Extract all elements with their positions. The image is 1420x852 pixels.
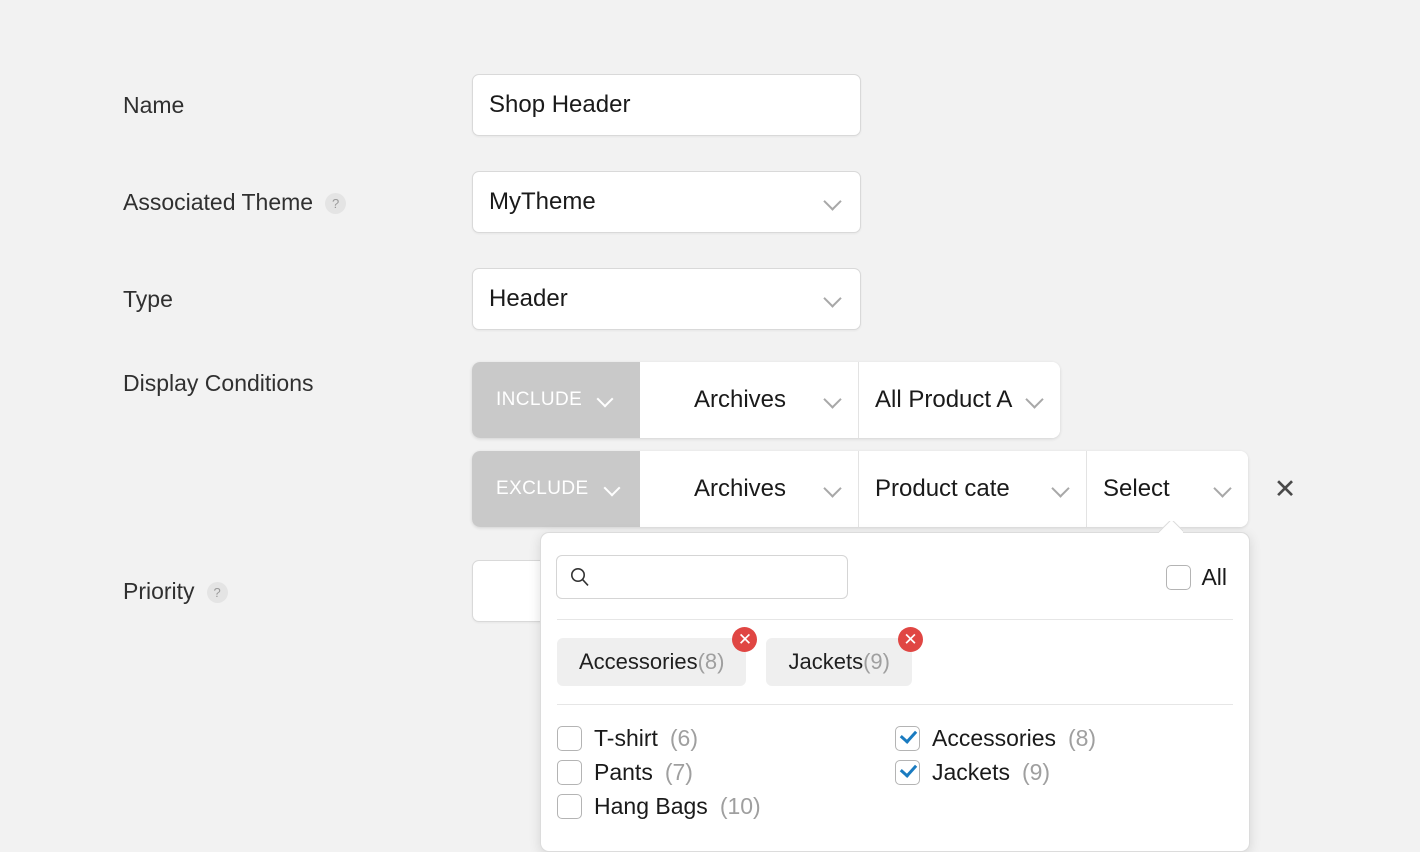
chevron-down-icon <box>822 389 844 411</box>
selected-tags-list: Accessories (8) ✕ Jackets (9) ✕ <box>541 620 1249 686</box>
chevron-down-icon <box>596 390 616 410</box>
condition-mode-label: INCLUDE <box>496 389 583 410</box>
select-all-label: All <box>1201 563 1227 590</box>
condition-value-text: Select <box>1103 475 1170 502</box>
label-text: Associated Theme <box>123 188 314 215</box>
form-row-type: Type Header <box>0 268 1420 330</box>
option-checkbox[interactable] <box>895 759 920 785</box>
label-text: Type <box>123 285 173 312</box>
chevron-down-icon <box>603 479 623 499</box>
condition-subtype-select[interactable]: Product cate <box>858 451 1086 527</box>
form-row-display-conditions: Display Conditions INCLUDE Archives All … <box>0 352 1420 532</box>
options-column-left: T-shirt (6) Pants (7) Hang Bags (10) <box>557 721 895 823</box>
chevron-down-icon <box>1024 389 1046 411</box>
condition-mode-include[interactable]: INCLUDE <box>472 362 678 438</box>
help-circle-icon[interactable]: ? <box>325 193 347 214</box>
remove-tag-button[interactable]: ✕ <box>897 627 923 652</box>
condition-target-select[interactable]: Archives <box>640 451 858 527</box>
select-all-row[interactable]: All <box>1166 564 1227 591</box>
option-row[interactable]: Pants (7) <box>557 755 895 789</box>
option-checkbox[interactable] <box>895 725 920 751</box>
condition-subtype-value: Product cate <box>875 475 1010 502</box>
option-checkbox[interactable] <box>557 759 582 785</box>
remove-condition-button[interactable]: ✕ <box>1268 472 1302 506</box>
option-checkbox[interactable] <box>557 725 582 751</box>
label-name: Name <box>123 74 184 136</box>
option-row[interactable]: Accessories (8) <box>895 721 1233 755</box>
selected-tag[interactable]: Accessories (8) ✕ <box>557 627 758 686</box>
option-label: Pants <box>594 758 653 785</box>
product-category-picker-popup: All Accessories (8) ✕ Jackets (9) ✕ T-sh… <box>540 532 1250 852</box>
condition-row-include: INCLUDE Archives All Product A <box>472 362 1060 438</box>
condition-mode-exclude[interactable]: EXCLUDE <box>472 451 678 527</box>
selected-tag-label: Accessories <box>579 649 698 674</box>
option-label: Jackets <box>932 758 1010 785</box>
option-label: Accessories <box>932 724 1056 751</box>
condition-target-select[interactable]: Archives <box>640 362 858 438</box>
category-options: T-shirt (6) Pants (7) Hang Bags (10) Acc… <box>557 704 1233 823</box>
condition-target-value: Archives <box>694 386 787 413</box>
option-label: T-shirt <box>594 724 658 751</box>
search-icon <box>571 568 589 586</box>
option-row[interactable]: T-shirt (6) <box>557 721 895 755</box>
associated-theme-select[interactable]: MyTheme <box>472 171 861 233</box>
associated-theme-value: MyTheme <box>489 188 596 215</box>
form-row-name: Name Shop Header <box>0 74 1420 136</box>
option-label: Hang Bags <box>594 792 708 819</box>
chevron-down-icon <box>1050 478 1072 500</box>
condition-value-select[interactable]: Select <box>1086 451 1248 527</box>
remove-tag-button[interactable]: ✕ <box>732 627 758 652</box>
option-count: (8) <box>1067 724 1097 751</box>
popup-header: All <box>541 533 1249 599</box>
search-input-wrapper[interactable] <box>556 555 848 599</box>
label-priority: Priority ? <box>123 560 228 622</box>
type-value: Header <box>489 285 568 312</box>
condition-row-exclude: EXCLUDE Archives Product cate Select <box>472 451 1248 527</box>
select-all-checkbox[interactable] <box>1166 564 1192 590</box>
label-type: Type <box>123 268 173 330</box>
option-row[interactable]: Hang Bags (10) <box>557 789 895 823</box>
search-input[interactable] <box>601 565 847 589</box>
name-input[interactable]: Shop Header <box>472 74 861 136</box>
condition-subtype-value: All Product A <box>875 386 1013 413</box>
selected-tag-count: (8) <box>697 649 725 674</box>
name-input-value: Shop Header <box>489 91 631 118</box>
option-count: (9) <box>1021 758 1051 785</box>
selected-tag[interactable]: Jackets (9) ✕ <box>766 627 923 686</box>
help-circle-icon[interactable]: ? <box>206 582 228 603</box>
popup-arrow <box>1159 521 1183 533</box>
option-count: (7) <box>664 758 693 785</box>
chevron-down-icon <box>822 478 844 500</box>
label-associated-theme: Associated Theme ? <box>123 171 347 233</box>
condition-subtype-select[interactable]: All Product A <box>858 362 1060 438</box>
option-checkbox[interactable] <box>557 793 582 819</box>
label-text: Name <box>123 91 185 118</box>
label-text: Priority <box>123 577 195 604</box>
condition-mode-label: EXCLUDE <box>496 478 589 499</box>
selected-tag-count: (9) <box>863 649 890 674</box>
form-row-associated-theme: Associated Theme ? MyTheme <box>0 171 1420 233</box>
type-select[interactable]: Header <box>472 268 861 330</box>
selected-tag-label: Jackets <box>788 649 864 674</box>
label-text: Display Conditions <box>123 369 314 396</box>
option-count: (6) <box>669 724 699 751</box>
condition-target-value: Archives <box>694 475 787 502</box>
options-column-right: Accessories (8) Jackets (9) <box>895 721 1233 823</box>
chevron-down-icon <box>822 191 844 213</box>
option-count: (10) <box>719 792 761 819</box>
chevron-down-icon <box>822 288 844 310</box>
chevron-down-icon <box>1212 478 1234 500</box>
option-row[interactable]: Jackets (9) <box>895 755 1233 789</box>
label-display-conditions: Display Conditions <box>123 352 313 414</box>
